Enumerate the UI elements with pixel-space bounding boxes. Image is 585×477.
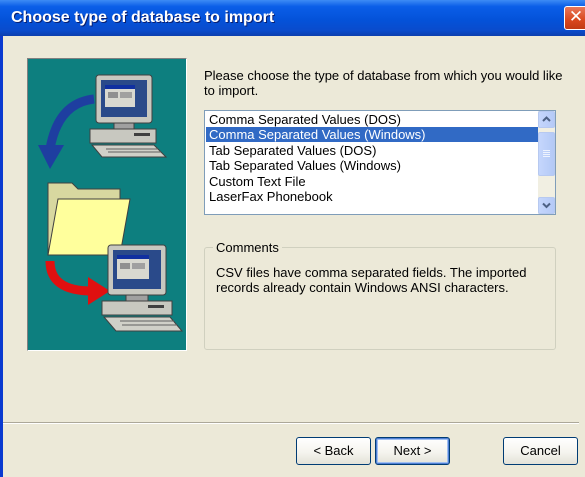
list-item[interactable]: Tab Separated Values (DOS) [206,143,538,158]
thumb-grip-line [543,156,550,157]
close-icon: ✕ [568,7,584,27]
wizard-illustration [27,58,187,351]
illustration-svg [38,74,184,332]
computer-icon [101,244,184,332]
list-item[interactable]: Custom Text File [206,174,538,189]
list-item[interactable]: LaserFax Phonebook [206,189,538,204]
comments-label: Comments [213,240,282,255]
button-separator [3,422,579,424]
folder-icon [47,182,131,256]
chevron-down-icon [542,202,551,209]
cancel-button[interactable]: Cancel [503,437,578,465]
vertical-scrollbar[interactable] [538,111,555,214]
close-button[interactable]: ✕ [564,6,585,30]
database-type-listbox[interactable]: Comma Separated Values (DOS) Comma Separ… [204,110,556,215]
list-item[interactable]: Tab Separated Values (Windows) [206,158,538,173]
chevron-up-icon [542,116,551,122]
comments-text: CSV files have comma separated fields. T… [216,265,527,295]
window-title: Choose type of database to import [11,9,275,26]
list-item[interactable]: Comma Separated Values (DOS) [206,112,538,127]
import-dialog-window: Choose type of database to import ✕ Plea… [0,0,585,477]
instruction-text: Please choose the type of database from … [204,68,563,98]
back-button[interactable]: < Back [296,437,371,465]
scrollbar-thumb[interactable] [538,132,555,176]
thumb-grip-line [543,150,550,151]
blue-arrow-icon [38,94,95,169]
thumb-grip-line [543,152,550,153]
scroll-down-button[interactable] [538,197,555,214]
computer-icon [89,74,168,158]
comments-groupbox: Comments CSV files have comma separated … [204,240,556,350]
title-bar[interactable]: Choose type of database to import ✕ [0,0,585,36]
scroll-up-button[interactable] [538,111,555,128]
list-item-selected[interactable]: Comma Separated Values (Windows) [206,127,538,142]
thumb-grip-line [543,154,550,155]
next-button[interactable]: Next > [375,437,450,465]
red-arrow-icon [45,260,110,305]
